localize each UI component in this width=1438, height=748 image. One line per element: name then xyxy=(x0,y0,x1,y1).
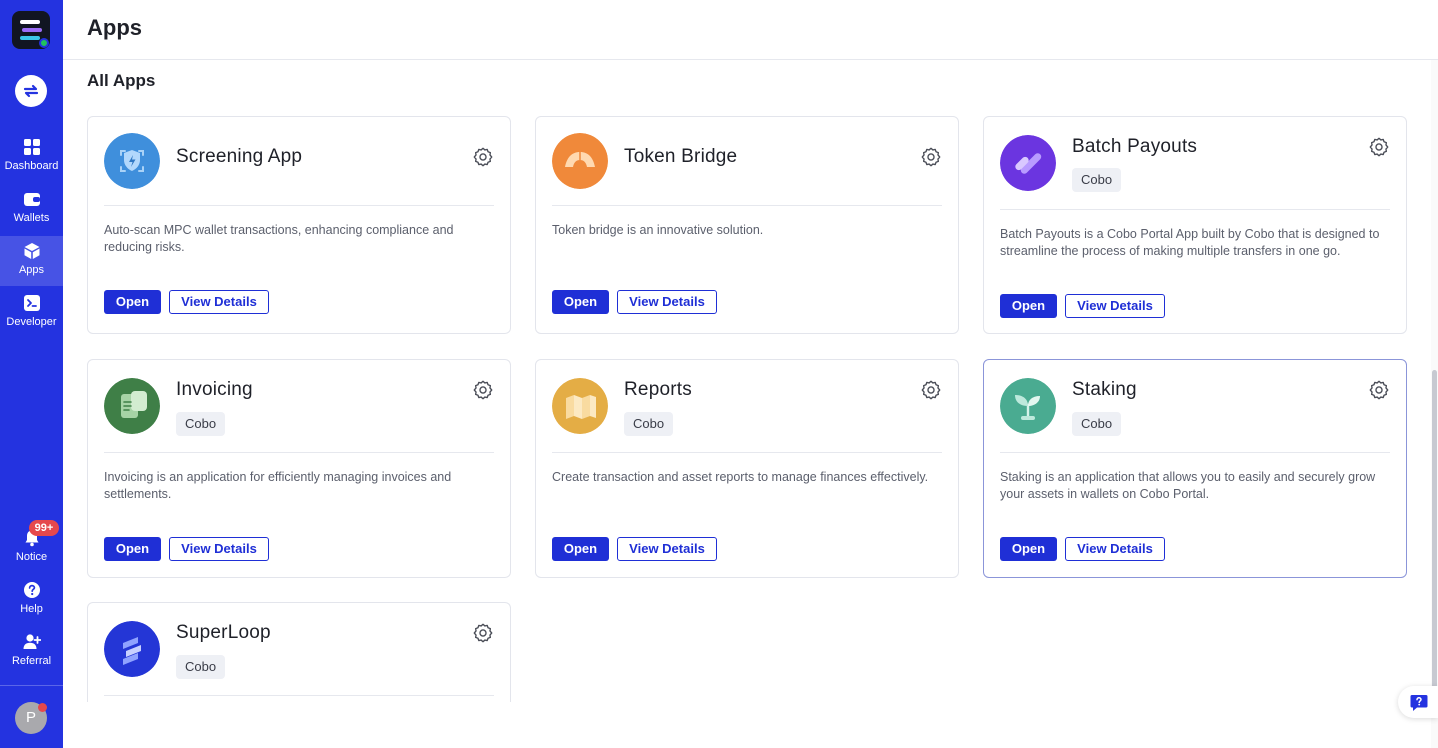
app-card-screening: Screening App Auto-scan MPC wallet trans… xyxy=(87,116,511,334)
chat-help-icon xyxy=(1409,693,1429,713)
app-name: Staking xyxy=(1072,379,1137,401)
gear-icon[interactable] xyxy=(920,146,942,168)
card-divider xyxy=(1000,452,1390,453)
open-button[interactable]: Open xyxy=(552,290,609,314)
sidebar-item-help[interactable]: Help xyxy=(0,575,63,623)
card-divider xyxy=(552,205,942,206)
open-button[interactable]: Open xyxy=(1000,294,1057,318)
switch-org-button[interactable] xyxy=(15,75,47,107)
shield-icon xyxy=(104,133,160,189)
card-divider xyxy=(104,695,494,696)
gear-icon[interactable] xyxy=(920,379,942,401)
gear-icon[interactable] xyxy=(1368,379,1390,401)
payouts-icon xyxy=(1000,135,1056,191)
app-description: Invoicing is an application for efficien… xyxy=(104,469,494,503)
swap-icon xyxy=(21,81,41,101)
publisher-tag: Cobo xyxy=(1072,168,1121,192)
app-description: Staking is an application that allows yo… xyxy=(1000,469,1390,503)
page-title: Apps xyxy=(87,15,142,41)
app-description: Token bridge is an innovative solution. xyxy=(552,222,942,239)
gear-icon[interactable] xyxy=(1368,136,1390,158)
sidebar-divider xyxy=(0,685,63,686)
sidebar-item-label: Apps xyxy=(19,264,44,276)
open-button[interactable]: Open xyxy=(104,537,161,561)
open-button[interactable]: Open xyxy=(1000,537,1057,561)
open-button[interactable]: Open xyxy=(552,537,609,561)
view-details-button[interactable]: View Details xyxy=(617,290,717,314)
sidebar-item-label: Notice xyxy=(16,551,47,563)
invoice-icon xyxy=(104,378,160,434)
card-divider xyxy=(1000,209,1390,210)
view-details-button[interactable]: View Details xyxy=(169,537,269,561)
add-user-icon xyxy=(23,633,41,651)
publisher-tag: Cobo xyxy=(176,655,225,679)
card-divider xyxy=(552,452,942,453)
sidebar-item-developer[interactable]: Developer xyxy=(0,288,63,336)
sidebar-item-apps[interactable]: Apps xyxy=(0,236,63,286)
publisher-tag: Cobo xyxy=(624,412,673,436)
sidebar-item-label: Developer xyxy=(6,316,56,328)
app-description: Batch Payouts is a Cobo Portal App built… xyxy=(1000,226,1390,260)
view-details-button[interactable]: View Details xyxy=(617,537,717,561)
card-divider xyxy=(104,205,494,206)
sidebar: Dashboard Wallets Apps Developer Notice … xyxy=(0,0,63,748)
scrollbar-thumb[interactable] xyxy=(1432,370,1437,700)
app-card-staking: Staking Cobo Staking is an application t… xyxy=(983,359,1407,578)
app-description: Auto-scan MPC wallet transactions, enhan… xyxy=(104,222,494,256)
reports-icon xyxy=(552,378,608,434)
section-title: All Apps xyxy=(87,71,155,91)
app-name: Reports xyxy=(624,379,692,401)
cube-icon xyxy=(23,242,41,260)
sidebar-item-referral[interactable]: Referral xyxy=(0,627,63,675)
sprout-icon xyxy=(1000,378,1056,434)
page-header: Apps xyxy=(63,0,1438,60)
gear-icon[interactable] xyxy=(472,622,494,644)
app-card-batch-payouts: Batch Payouts Cobo Batch Payouts is a Co… xyxy=(983,116,1407,334)
wallet-icon xyxy=(23,190,41,208)
app-card-invoicing: Invoicing Cobo Invoicing is an applicati… xyxy=(87,359,511,578)
app-name: SuperLoop xyxy=(176,622,271,644)
sidebar-item-wallets[interactable]: Wallets xyxy=(0,184,63,232)
sidebar-item-label: Referral xyxy=(12,655,51,667)
superloop-icon xyxy=(104,621,160,677)
avatar-notification-dot xyxy=(38,703,47,712)
app-name: Invoicing xyxy=(176,379,253,401)
bridge-icon xyxy=(552,133,608,189)
open-button[interactable]: Open xyxy=(104,290,161,314)
publisher-tag: Cobo xyxy=(1072,412,1121,436)
support-chat-button[interactable] xyxy=(1398,686,1438,718)
app-description: Create transaction and asset reports to … xyxy=(552,469,942,486)
app-card-token-bridge: Token Bridge Token bridge is an innovati… xyxy=(535,116,959,334)
help-icon xyxy=(23,581,41,599)
app-card-reports: Reports Cobo Create transaction and asse… xyxy=(535,359,959,578)
sidebar-item-label: Help xyxy=(20,603,43,615)
card-divider xyxy=(104,452,494,453)
app-name: Screening App xyxy=(176,146,302,168)
sidebar-item-dashboard[interactable]: Dashboard xyxy=(0,132,63,180)
app-name: Batch Payouts xyxy=(1072,136,1197,158)
publisher-tag: Cobo xyxy=(176,412,225,436)
gear-icon[interactable] xyxy=(472,146,494,168)
view-details-button[interactable]: View Details xyxy=(1065,294,1165,318)
sidebar-item-label: Dashboard xyxy=(5,160,59,172)
view-details-button[interactable]: View Details xyxy=(1065,537,1165,561)
sidebar-item-label: Wallets xyxy=(14,212,50,224)
gear-icon[interactable] xyxy=(472,379,494,401)
notice-count-badge: 99+ xyxy=(29,520,59,536)
app-name: Token Bridge xyxy=(624,146,737,168)
online-status-dot xyxy=(39,38,49,48)
view-details-button[interactable]: View Details xyxy=(169,290,269,314)
viewport-bottom-mask xyxy=(63,702,1431,748)
terminal-icon xyxy=(23,294,41,312)
grid-icon xyxy=(23,138,41,156)
